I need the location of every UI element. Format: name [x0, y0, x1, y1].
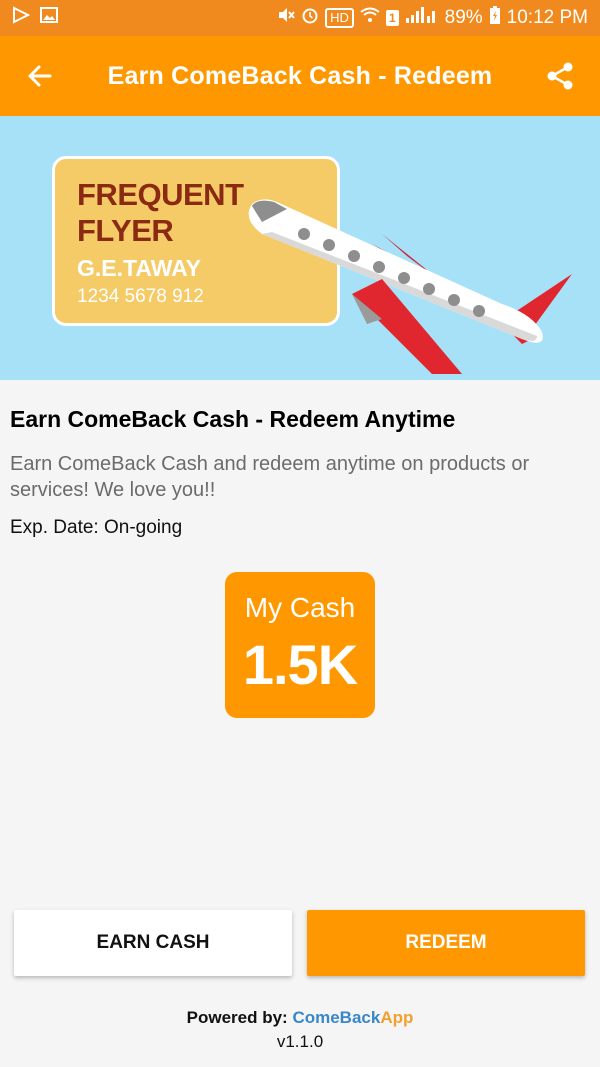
- offer-details: Earn ComeBack Cash - Redeem Anytime Earn…: [0, 380, 600, 539]
- offer-description: Earn ComeBack Cash and redeem anytime on…: [10, 453, 530, 501]
- offer-expiry: Exp. Date: On-going: [10, 517, 183, 538]
- powered-by: Powered by: ComeBackApp: [0, 1008, 600, 1028]
- clock: 10:12 PM: [506, 7, 588, 28]
- powered-by-label: Powered by:: [186, 1008, 288, 1027]
- gallery-icon: [40, 6, 58, 30]
- status-bar: HD 1 89% 10:12 PM: [0, 0, 600, 36]
- brand-link[interactable]: ComeBackApp: [292, 1008, 413, 1027]
- back-button[interactable]: [22, 58, 58, 94]
- my-cash-label: My Cash: [244, 592, 356, 623]
- offer-banner: FREQUENT FLYER G.E.TAWAY 1234 5678 912: [0, 116, 600, 380]
- hd-badge: HD: [325, 8, 354, 28]
- wifi-icon: [360, 7, 380, 29]
- alarm-icon: [301, 6, 319, 30]
- brand-part1: ComeBack: [292, 1008, 381, 1027]
- brand-part2: App: [380, 1008, 414, 1027]
- play-store-icon: [12, 6, 31, 30]
- arrow-left-icon: [28, 65, 52, 87]
- my-cash-box: My Cash 1.5K: [225, 572, 375, 718]
- redeem-button[interactable]: REDEEM: [307, 910, 585, 976]
- battery-icon: [489, 5, 501, 31]
- share-icon: [547, 62, 573, 90]
- page-title: Earn ComeBack Cash - Redeem: [107, 61, 493, 90]
- mute-icon: [277, 6, 295, 30]
- battery-percent: 89%: [444, 7, 483, 28]
- earn-cash-button[interactable]: EARN CASH: [14, 910, 292, 976]
- airplane-illustration: [248, 199, 572, 374]
- my-cash-value: 1.5K: [242, 633, 358, 696]
- signal-icon: [405, 6, 439, 30]
- sim-badge: 1: [385, 10, 399, 26]
- app-bar: Earn ComeBack Cash - Redeem: [0, 36, 600, 116]
- offer-headline: Earn ComeBack Cash - Redeem Anytime: [10, 406, 456, 432]
- app-version: v1.1.0: [276, 1032, 324, 1051]
- share-button[interactable]: [542, 58, 578, 94]
